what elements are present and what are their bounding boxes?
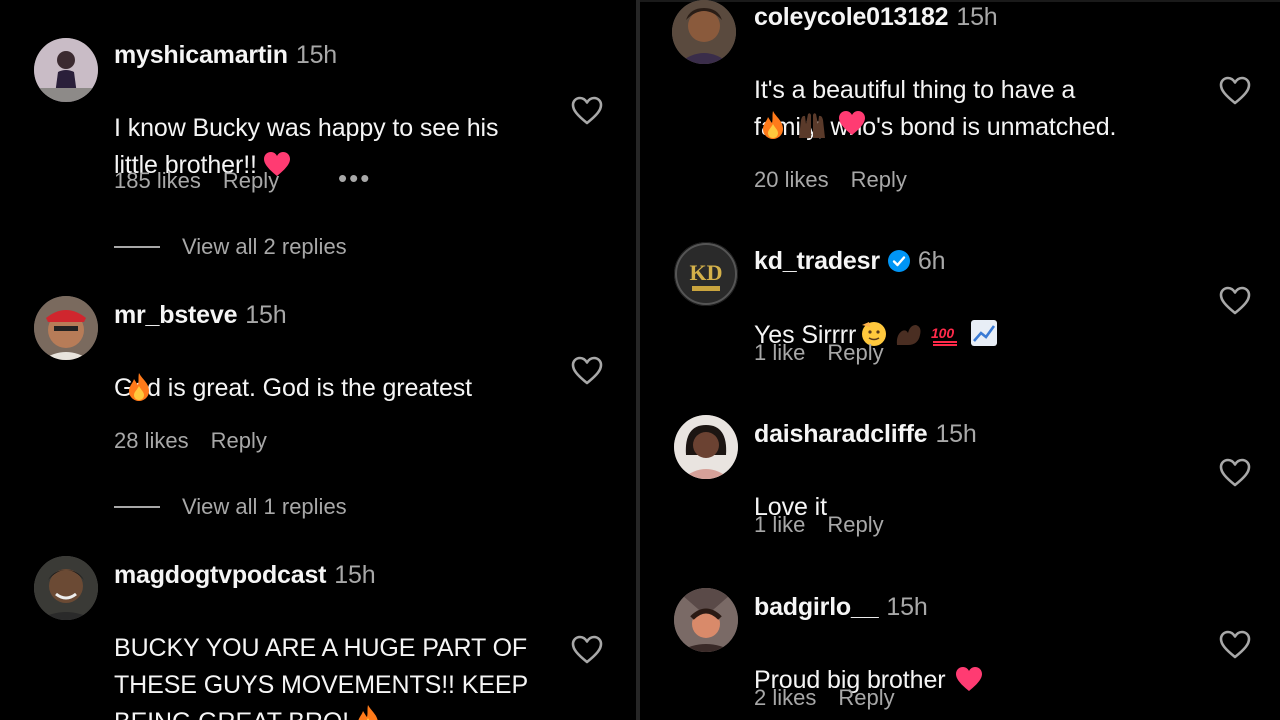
emoji-row (760, 110, 866, 145)
avatar[interactable] (34, 556, 98, 620)
username-link[interactable]: kd_tradesr (754, 247, 880, 275)
chart-increasing-icon (970, 319, 998, 347)
reply-button[interactable]: Reply (827, 340, 883, 365)
reply-button[interactable]: Reply (838, 685, 894, 710)
more-options-button[interactable]: ••• (338, 165, 371, 191)
left-comments-panel: myshicamartin 15h I know Bucky was happy … (0, 0, 636, 720)
like-heart-icon[interactable] (1218, 74, 1252, 108)
comment-time: 15h (935, 420, 977, 448)
hundred-points-icon: 100 (930, 321, 960, 347)
reply-button[interactable]: Reply (223, 168, 279, 193)
view-replies-button[interactable]: View all 2 replies (182, 233, 347, 261)
comment-header: badgirlo__ 15h (754, 592, 928, 622)
comment-time: 15h (334, 561, 376, 589)
like-heart-icon[interactable] (570, 94, 604, 128)
comment-text: God is great. God is the greatest (114, 333, 472, 407)
comment-meta: 20 likes Reply (754, 166, 929, 194)
username-link[interactable]: magdogtvpodcast (114, 561, 326, 589)
reply-button[interactable]: Reply (211, 428, 267, 453)
likes-count[interactable]: 2 likes (754, 685, 816, 710)
comment-meta: 1 like Reply (754, 339, 906, 367)
like-heart-icon[interactable] (570, 354, 604, 388)
avatar[interactable] (672, 0, 736, 64)
like-heart-icon[interactable] (1218, 628, 1252, 662)
avatar[interactable] (34, 296, 98, 360)
comment-header: mr_bsteve 15h (114, 300, 287, 330)
view-replies-button[interactable]: View all 1 replies (182, 493, 347, 521)
raised-hands-icon (796, 110, 828, 145)
fire-icon (760, 110, 786, 145)
comment-meta: 1 like Reply (754, 511, 906, 539)
likes-count[interactable]: 1 like (754, 512, 805, 537)
verified-badge-icon (887, 250, 910, 272)
comment-meta: 185 likes Reply (114, 167, 301, 195)
avatar[interactable] (674, 588, 738, 652)
likes-count[interactable]: 20 likes (754, 167, 829, 192)
avatar[interactable] (674, 415, 738, 479)
comment-header: daisharadcliffe 15h (754, 419, 977, 449)
reply-button[interactable]: Reply (851, 167, 907, 192)
like-heart-icon[interactable] (1218, 284, 1252, 318)
red-heart-icon (838, 110, 866, 145)
comment-meta: 28 likes Reply (114, 427, 289, 455)
like-heart-icon[interactable] (1218, 456, 1252, 490)
comment-body: God is great. God is the greatest (114, 374, 473, 402)
comment-meta: 2 likes Reply (754, 684, 917, 712)
red-heart-icon (955, 666, 983, 692)
comment-time: 6h (917, 247, 946, 275)
username-link[interactable]: coleycole013182 (754, 3, 949, 31)
comment-body: BUCKY YOU ARE A HUGE PART OF THESE GUYS … (114, 634, 529, 720)
comment-time: 15h (245, 301, 287, 329)
comment-text: BUCKY YOU ARE A HUGE PART OF THESE GUYS … (114, 593, 528, 720)
avatar[interactable]: KD (674, 242, 738, 306)
username-link[interactable]: myshicamartin (114, 41, 288, 69)
comment-header: magdogtvpodcast 15h (114, 560, 376, 590)
likes-count[interactable]: 185 likes (114, 168, 201, 193)
comment-time: 15h (886, 593, 928, 621)
fire-icon (355, 704, 381, 720)
svg-text:100: 100 (931, 325, 954, 341)
likes-count[interactable]: 1 like (754, 340, 805, 365)
like-heart-icon[interactable] (570, 633, 604, 667)
comment-time: 15h (956, 3, 998, 31)
comment-header: myshicamartin 15h (114, 40, 337, 70)
avatar[interactable] (34, 38, 98, 102)
comment-header: kd_tradesr 6h (754, 246, 945, 276)
svg-text:KD: KD (690, 260, 723, 285)
comment-header: coleycole013182 15h (754, 2, 998, 32)
view-replies-line (114, 506, 160, 508)
likes-count[interactable]: 28 likes (114, 428, 189, 453)
right-comments-panel: coleycole013182 15h It's a beautiful thin… (640, 0, 1280, 720)
view-replies-line (114, 246, 160, 248)
comment-time: 15h (295, 41, 337, 69)
fire-icon (126, 372, 152, 402)
reply-button[interactable]: Reply (827, 512, 883, 537)
username-link[interactable]: badgirlo__ (754, 593, 879, 621)
username-link[interactable]: daisharadcliffe (754, 420, 928, 448)
username-link[interactable]: mr_bsteve (114, 301, 237, 329)
